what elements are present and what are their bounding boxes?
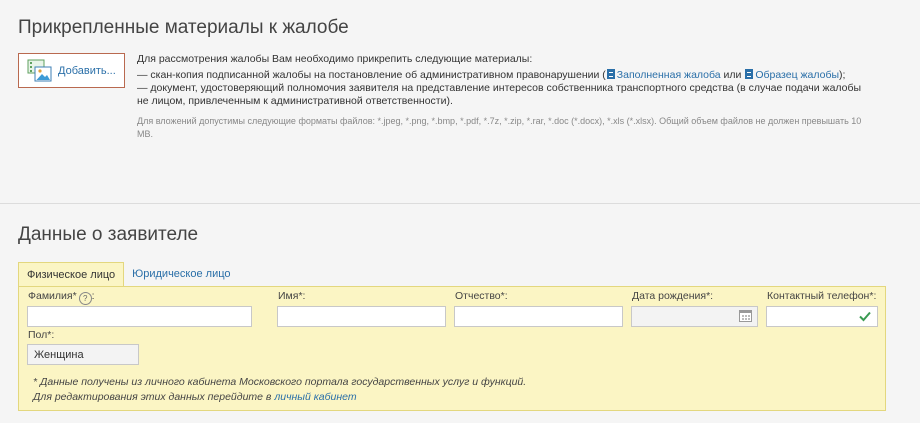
name-input[interactable] (277, 306, 446, 327)
image-files-icon (27, 59, 52, 81)
page: Прикрепленные материалы к жалобе Добавит… (0, 0, 920, 423)
tab-legal-entity[interactable]: Юридическое лицо (124, 262, 238, 286)
add-attachment-button[interactable]: Добавить... (18, 53, 125, 88)
birthdate-label: Дата рождения*: (632, 290, 714, 302)
patronymic-input[interactable] (454, 306, 623, 327)
calendar-icon[interactable] (739, 310, 752, 322)
phone-label: Контактный телефон*: (767, 290, 877, 302)
patronymic-label: Отчество*: (455, 290, 508, 302)
gender-label: Пол*: (28, 329, 55, 341)
attachments-title: Прикрепленные материалы к жалобе (18, 17, 349, 38)
document-icon (606, 69, 615, 79)
section-divider (0, 203, 920, 204)
applicant-type-tabs: Физическое лицо Юридическое лицо (18, 262, 239, 287)
note-line-2: Для редактирования этих данных перейдите… (33, 391, 357, 403)
surname-label: Фамилия*?: (28, 290, 95, 305)
profile-data-note: * Данные получены из личного кабинета Мо… (33, 375, 526, 405)
tab-individual[interactable]: Физическое лицо (18, 262, 125, 287)
filled-complaint-link[interactable]: Заполненная жалоба (617, 69, 721, 81)
attachments-instructions: Для рассмотрения жалобы Вам необходимо п… (137, 53, 867, 141)
applicant-form-panel: Фамилия*?: Имя*: Отчество*: Дата рождени… (18, 286, 886, 411)
document-icon (745, 69, 754, 79)
surname-input[interactable] (27, 306, 252, 327)
file-formats-note: Для вложений допустимы следующие форматы… (137, 116, 862, 139)
applicant-title: Данные о заявителе (18, 224, 199, 245)
question-circle-icon[interactable]: ? (78, 292, 92, 305)
sample-complaint-link[interactable]: Образец жалобы (755, 69, 839, 81)
checkmark-icon (859, 311, 871, 322)
attachments-intro: Для рассмотрения жалобы Вам необходимо п… (137, 53, 533, 65)
note-line-1: * Данные получены из личного кабинета Мо… (33, 376, 527, 388)
attachments-item-2: — документ, удостоверяющий полномочия за… (137, 82, 862, 107)
attachments-item-1: — скан-копия подписанной жалобы на поста… (137, 69, 846, 81)
personal-account-link[interactable]: личный кабинет (274, 391, 356, 403)
name-label: Имя*: (278, 290, 306, 302)
gender-input[interactable] (27, 344, 139, 365)
add-button-label: Добавить... (58, 64, 116, 77)
